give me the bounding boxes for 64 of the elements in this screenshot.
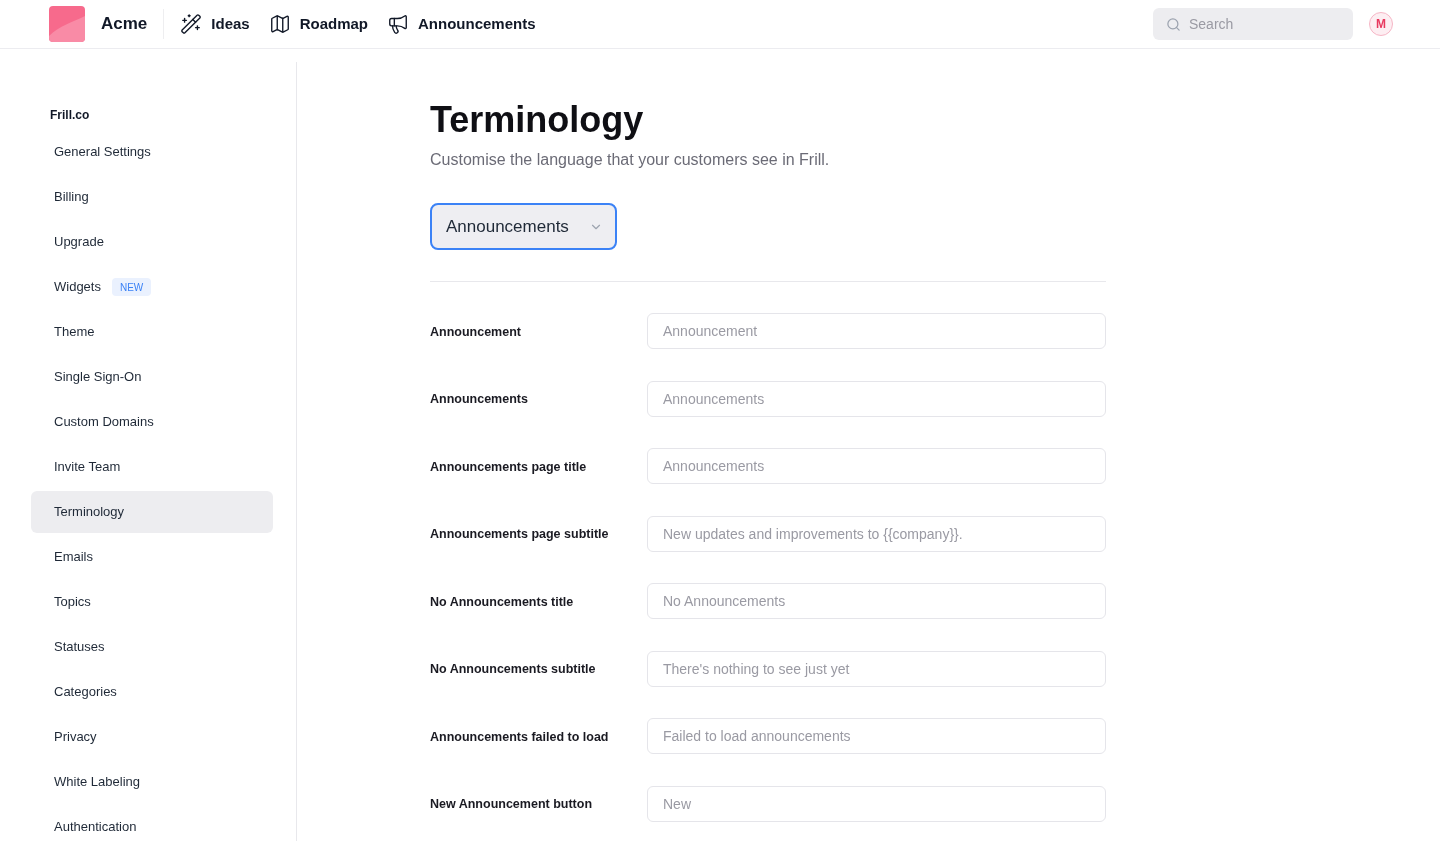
sidebar-item[interactable]: Authentication [31,806,273,841]
text-input[interactable]: Failed to load announcements [647,718,1106,754]
sidebar-item-label: Upgrade [54,233,104,252]
sidebar-heading: Frill.co [50,107,91,123]
sidebar-item-label: Emails [54,548,93,567]
field-label: No Announcements subtitle [430,661,597,679]
sidebar-item[interactable]: Invite Team [31,446,273,488]
sidebar-item-label: White Labeling [54,773,140,792]
search-icon [1166,16,1181,32]
map-icon [268,13,291,35]
sidebar-item[interactable]: Theme [31,311,273,353]
user-avatar[interactable]: M [1369,12,1393,36]
sidebar-item-label: Widgets [54,278,101,297]
sidebar-item-label: Categories [54,683,117,702]
nav-link[interactable]: Announcements [387,12,536,36]
sidebar-item[interactable]: Emails [31,536,273,578]
field-label: Announcements page subtitle [430,526,610,544]
new-badge: NEW [111,278,152,296]
text-input[interactable]: New [647,785,1106,822]
magic-wand-icon [180,13,203,35]
text-input[interactable]: New updates and improvements to {{company}}. [647,515,1106,552]
sidebar-item-label: Privacy [54,728,97,747]
field-label: Announcement [430,323,522,341]
sidebar-item[interactable]: General Settings [31,131,273,173]
megaphone-icon [387,13,409,35]
search-field[interactable]: Search [1153,8,1353,40]
nav-link[interactable]: Ideas [180,12,250,36]
sidebar-item-label: Single Sign-On [54,368,142,387]
field-label: Announcements [430,391,529,409]
text-input[interactable]: Announcement [647,313,1106,349]
sidebar-item[interactable]: Privacy [31,716,273,758]
field-label: New Announcement button [430,796,594,814]
page-subtitle: Customise the language that your customers see in Frill. [430,150,831,170]
sidebar-item-label: Theme [54,323,95,342]
field-label: Announcements page title [430,458,588,476]
sidebar-item[interactable]: Categories [31,671,273,713]
sidebar-item[interactable]: White Labeling [31,761,273,803]
sidebar-item-label: Custom Domains [54,413,154,432]
sidebar-item-label: Statuses [54,638,105,657]
nav-link[interactable]: Roadmap [268,12,368,36]
sidebar-item-label: Billing [54,188,89,207]
brand-name: Acme [101,13,148,36]
sidebar-item-label: Authentication [54,818,137,837]
sidebar-item[interactable]: Statuses [31,626,273,668]
sidebar-item-label: Terminology [54,503,125,522]
sidebar-item[interactable]: Topics [31,581,273,623]
sidebar-item-label: Topics [54,593,91,612]
sidebar-item[interactable]: Single Sign-On [31,356,273,398]
sidebar-item[interactable]: Billing [31,176,273,218]
text-input[interactable]: There's nothing to see just yet [647,650,1106,687]
field-label: Announcements failed to load [430,728,610,746]
text-input[interactable]: Announcements [647,448,1106,484]
sidebar-item[interactable]: Terminology [31,491,273,533]
sidebar-item-label: General Settings [54,143,151,162]
text-input[interactable]: Announcements [647,380,1106,417]
text-input[interactable]: No Announcements [647,583,1106,619]
sidebar-item[interactable]: Custom Domains [31,401,273,443]
page-title: Terminology [430,100,645,140]
sidebar-item[interactable]: Upgrade [31,221,273,263]
logo-icon [49,6,85,42]
field-label: No Announcements title [430,593,575,611]
section-select[interactable]: Announcements [430,203,617,250]
sidebar-item-label: Invite Team [54,458,121,477]
sidebar-item[interactable]: Widgets NEW [31,266,273,308]
